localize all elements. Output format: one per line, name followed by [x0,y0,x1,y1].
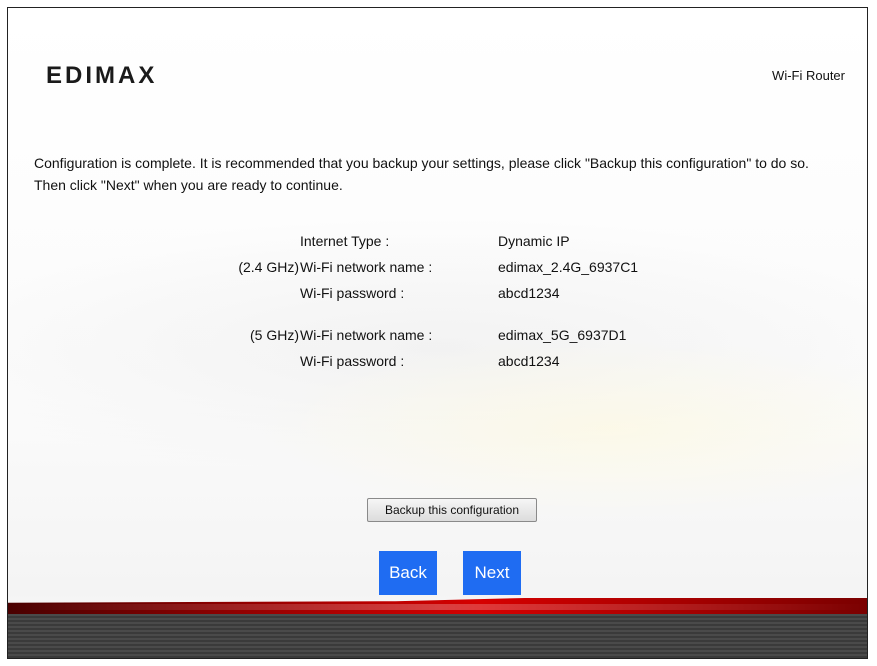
band-24-network-name-label: Wi-Fi network name : [300,259,433,275]
band-5-network-name-label: Wi-Fi network name : [300,327,433,343]
settings-summary: Internet Type : Dynamic IP (2.4 GHz) Wi-… [8,230,867,376]
band-5-network-name-value: edimax_5G_6937D1 [498,327,627,343]
band-24-password-value: abcd1234 [498,285,560,301]
internet-type-row: Internet Type : Dynamic IP [8,230,867,256]
band-24-password-label: Wi-Fi password : [300,285,405,301]
band-24-prefix: (2.4 GHz) [238,259,299,275]
band-5-network-name-row: (5 GHz) Wi-Fi network name : edimax_5G_6… [8,324,867,350]
band-5-password-row: Wi-Fi password : abcd1234 [8,350,867,376]
back-button[interactable]: Back [379,551,437,595]
band-24-password-row: Wi-Fi password : abcd1234 [8,282,867,308]
band-24-network-name-value: edimax_2.4G_6937C1 [498,259,639,275]
internet-type-label: Internet Type : [300,233,390,249]
band-5-password-label: Wi-Fi password : [300,353,405,369]
completion-message: Configuration is complete. It is recomme… [34,155,809,193]
setup-wizard-window: EDIMAX Wi-Fi Router Configuration is com… [7,7,868,659]
next-button[interactable]: Next [463,551,521,595]
band-5-password-value: abcd1234 [498,353,560,369]
internet-type-value: Dynamic IP [498,233,570,249]
backup-configuration-button[interactable]: Backup this configuration [367,498,537,522]
edimax-logo: EDIMAX [46,62,158,89]
footer-shine [8,604,867,610]
band-24-network-name-row: (2.4 GHz) Wi-Fi network name : edimax_2.… [8,256,867,282]
product-name: Wi-Fi Router [772,68,845,83]
band-5-prefix: (5 GHz) [250,327,299,343]
